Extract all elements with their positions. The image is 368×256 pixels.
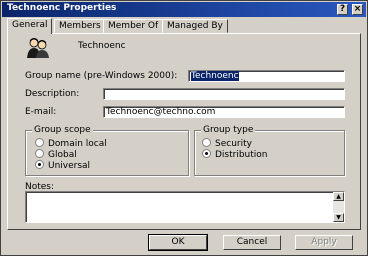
group-name-pre2000-label: Group name (pre-Windows 2000):	[25, 71, 178, 81]
email-label: E-mail:	[25, 107, 57, 117]
radio-security-label: Security	[215, 139, 252, 149]
scroll-down-icon[interactable]: ▼	[333, 213, 344, 222]
properties-dialog: Technoenc Properties ? × General Members…	[0, 0, 368, 256]
group-name-pre2000-field[interactable]: Technoenc	[188, 70, 345, 82]
radio-button-icon	[35, 138, 44, 147]
group-name-heading: Technoenc	[78, 41, 126, 51]
group-name-pre2000-value: Technoenc	[191, 71, 239, 81]
notes-scrollbar[interactable]: ▲ ▼	[333, 192, 344, 222]
title-bar[interactable]: Technoenc Properties ? ×	[2, 2, 366, 17]
radio-button-icon	[202, 138, 211, 147]
tab-general[interactable]: General	[7, 18, 53, 34]
radio-global[interactable]: Global	[35, 149, 77, 160]
radio-domain-local[interactable]: Domain local	[35, 138, 107, 149]
tab-managed-by[interactable]: Managed By	[162, 19, 228, 33]
description-label: Description:	[25, 89, 80, 99]
description-field[interactable]	[103, 88, 345, 100]
tab-member-of[interactable]: Member Of	[103, 19, 164, 33]
radio-security[interactable]: Security	[202, 138, 252, 149]
apply-button[interactable]: Apply	[295, 235, 353, 250]
radio-universal[interactable]: Universal	[35, 160, 90, 171]
ok-button[interactable]: OK	[148, 234, 208, 251]
tab-members[interactable]: Members	[54, 19, 106, 33]
cancel-button[interactable]: Cancel	[223, 235, 281, 250]
radio-distribution[interactable]: Distribution	[202, 149, 268, 160]
radio-distribution-label: Distribution	[215, 150, 268, 160]
close-button[interactable]: ×	[352, 4, 363, 15]
group-type-legend: Group type	[201, 125, 256, 135]
radio-button-selected-icon	[202, 149, 211, 158]
radio-button-selected-icon	[35, 160, 44, 169]
radio-domain-local-label: Domain local	[48, 139, 107, 149]
radio-button-icon	[35, 149, 44, 158]
window-title: Technoenc Properties	[7, 3, 117, 13]
notes-textarea[interactable]: ▲ ▼	[25, 191, 345, 223]
radio-global-label: Global	[48, 150, 77, 160]
radio-universal-label: Universal	[48, 161, 91, 171]
help-button[interactable]: ?	[337, 4, 348, 15]
email-field[interactable]: Technoenc@techno.com	[103, 106, 345, 118]
group-scope-legend: Group scope	[32, 125, 93, 135]
group-users-icon	[27, 38, 49, 58]
scroll-up-icon[interactable]: ▲	[333, 192, 344, 201]
